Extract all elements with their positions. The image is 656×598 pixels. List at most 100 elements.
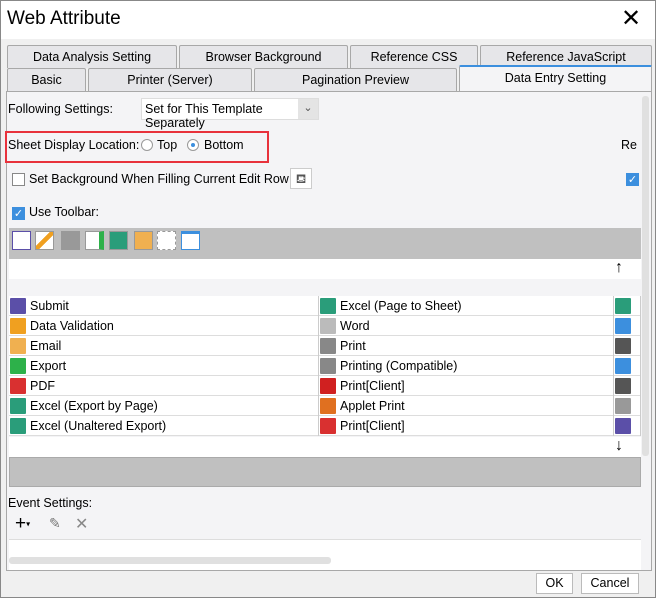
excel-icon bbox=[320, 298, 336, 314]
excel-icon[interactable] bbox=[109, 231, 128, 250]
button-item-label: Excel (Unaltered Export) bbox=[30, 419, 167, 433]
button-item-label: Data Validation bbox=[30, 319, 114, 333]
table-row: PDF Print[Client] bbox=[9, 376, 641, 396]
button-item-label: Print bbox=[340, 339, 366, 353]
following-settings-value: Set for This Template Separately bbox=[145, 102, 263, 130]
use-toolbar-checkbox[interactable]: ✓ bbox=[12, 207, 25, 220]
set-background-label: Set Background When Filling Current Edit… bbox=[29, 172, 293, 186]
button-item-label: Print[Client] bbox=[340, 379, 405, 393]
toolbar-button-item[interactable]: Excel (Export by Page) bbox=[9, 396, 319, 416]
dialog-title: Web Attribute bbox=[7, 8, 121, 29]
add-icon[interactable]: +▾ bbox=[15, 513, 30, 535]
cancel-button[interactable]: Cancel bbox=[581, 573, 639, 594]
button-item-label: Print[Client] bbox=[340, 419, 405, 433]
button-item-label: Excel (Page to Sheet) bbox=[340, 299, 462, 313]
arrow-right-icon bbox=[615, 358, 631, 374]
excel-icon bbox=[10, 418, 26, 434]
gear-icon bbox=[615, 398, 631, 414]
toolbar-button-item[interactable] bbox=[614, 316, 641, 336]
toolbar-button-item[interactable]: Word bbox=[319, 316, 614, 336]
tab-browser-background[interactable]: Browser Background bbox=[179, 45, 348, 68]
move-down-row: ↓ bbox=[9, 437, 641, 457]
horizontal-scrollbar[interactable] bbox=[9, 557, 331, 564]
tab-pagination-preview[interactable]: Pagination Preview bbox=[254, 68, 457, 91]
java-icon bbox=[320, 398, 336, 414]
vertical-scrollbar[interactable] bbox=[642, 96, 649, 456]
event-settings-label: Event Settings: bbox=[8, 496, 93, 510]
right-checkbox[interactable]: ✓ bbox=[626, 173, 639, 186]
data-validation-icon[interactable] bbox=[35, 231, 54, 250]
export-icon bbox=[10, 358, 26, 374]
toolbar-button-item[interactable]: Print[Client] bbox=[319, 416, 614, 436]
toolbar-button-item[interactable] bbox=[614, 396, 641, 416]
tab-data-entry-setting[interactable]: Data Entry Setting bbox=[459, 65, 652, 92]
radio-bottom-label: Bottom bbox=[204, 138, 244, 152]
button-item-label: PDF bbox=[30, 379, 55, 393]
toolbar-button-item[interactable] bbox=[614, 296, 641, 316]
web-attribute-dialog: Web Attribute ✕ Data Analysis Setting Br… bbox=[0, 0, 656, 598]
scheduled-save-icon bbox=[615, 418, 631, 434]
flash-print-icon bbox=[320, 378, 336, 394]
pdf-icon bbox=[10, 378, 26, 394]
toolbar-button-item[interactable]: Excel (Unaltered Export) bbox=[9, 416, 319, 436]
ok-button[interactable]: OK bbox=[536, 573, 573, 594]
print-icon bbox=[320, 338, 336, 354]
chevron-down-icon: ⌄ bbox=[298, 99, 318, 119]
table-row: Data Validation Word bbox=[9, 316, 641, 336]
excel-icon bbox=[10, 398, 26, 414]
submit-icon[interactable] bbox=[12, 231, 31, 250]
tab-printer-server[interactable]: Printer (Server) bbox=[88, 68, 252, 91]
radio-top-label: Top bbox=[157, 138, 178, 152]
excel-icon bbox=[615, 298, 631, 314]
toolbar-button-item[interactable]: Print bbox=[319, 336, 614, 356]
window-icon[interactable] bbox=[181, 231, 200, 250]
print-icon[interactable] bbox=[61, 231, 80, 250]
email-icon[interactable] bbox=[134, 231, 153, 250]
toolbar-button-item[interactable] bbox=[614, 376, 641, 396]
toolbar-button-item[interactable]: Export bbox=[9, 356, 319, 376]
button-item-label: Email bbox=[30, 339, 62, 353]
use-toolbar-label: Use Toolbar: bbox=[29, 205, 99, 219]
button-item-label: Printing (Compatible) bbox=[340, 359, 458, 373]
tree-icon[interactable] bbox=[157, 231, 176, 250]
data-validation-icon bbox=[10, 318, 26, 334]
following-settings-label: Following Settings: bbox=[8, 102, 113, 116]
email-icon bbox=[10, 338, 26, 354]
event-list bbox=[9, 539, 641, 570]
arrow-up-icon[interactable]: ↑ bbox=[615, 259, 623, 277]
toolbar-button-item[interactable]: Excel (Page to Sheet) bbox=[319, 296, 614, 316]
set-background-checkbox[interactable] bbox=[12, 173, 25, 186]
toolbar-button-item[interactable]: Submit bbox=[9, 296, 319, 316]
following-settings-select[interactable]: Set for This Template Separately ⌄ bbox=[141, 98, 319, 130]
tree-icon bbox=[615, 338, 631, 354]
toolbar-button-item[interactable] bbox=[614, 336, 641, 356]
paint-bucket-icon[interactable]: ⛾ bbox=[290, 168, 312, 189]
radio-bottom[interactable] bbox=[187, 139, 199, 151]
toolbar-button-item[interactable]: Email bbox=[9, 336, 319, 356]
table-row: Export Printing (Compatible) bbox=[9, 356, 641, 376]
toolbar-button-item[interactable]: Print[Client] bbox=[319, 376, 614, 396]
toolbar-button-item[interactable]: Data Validation bbox=[9, 316, 319, 336]
toolbar-button-item[interactable]: PDF bbox=[9, 376, 319, 396]
button-item-label: Export bbox=[30, 359, 67, 373]
export-icon[interactable] bbox=[85, 231, 104, 250]
toolbar-button-item[interactable] bbox=[614, 356, 641, 376]
tab-basic[interactable]: Basic bbox=[7, 68, 86, 91]
button-item-label: Excel (Export by Page) bbox=[30, 399, 158, 413]
toolbar-button-item[interactable]: Printing (Compatible) bbox=[319, 356, 614, 376]
radio-top[interactable] bbox=[141, 139, 153, 151]
toolbar-button-item[interactable]: Applet Print bbox=[319, 396, 614, 416]
title-bar: Web Attribute ✕ bbox=[1, 1, 655, 39]
table-row: Excel (Unaltered Export) Print[Client] bbox=[9, 416, 641, 436]
delete-icon[interactable]: ✕ bbox=[75, 514, 88, 534]
close-icon[interactable]: ✕ bbox=[615, 5, 647, 33]
edit-icon[interactable]: ✎ bbox=[49, 515, 61, 532]
table-row: Email Print bbox=[9, 336, 641, 356]
word-icon bbox=[320, 318, 336, 334]
toolbar-button-item[interactable] bbox=[614, 416, 641, 436]
tab-data-analysis-setting[interactable]: Data Analysis Setting bbox=[7, 45, 177, 68]
button-item-label: Word bbox=[340, 319, 370, 333]
toolbar-bottom-strip bbox=[9, 457, 641, 487]
arrow-down-icon[interactable]: ↓ bbox=[615, 437, 623, 455]
button-item-label: Applet Print bbox=[340, 399, 405, 413]
